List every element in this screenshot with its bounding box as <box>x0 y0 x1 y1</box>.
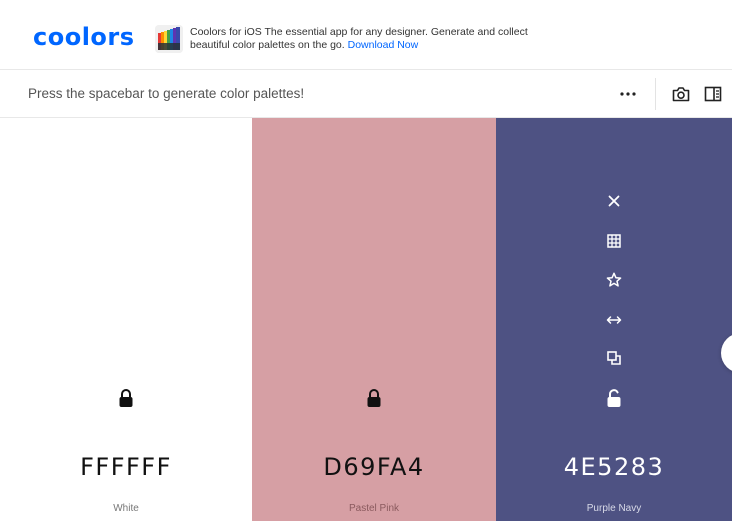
lock-icon[interactable] <box>116 388 136 408</box>
color-swatch-white[interactable]: FFFFFF White <box>0 118 252 521</box>
color-swatch-purple-navy[interactable]: 4E5283 Purple Navy <box>496 118 732 521</box>
download-now-link[interactable]: Download Now <box>348 39 419 51</box>
color-hex[interactable]: FFFFFF <box>0 453 252 481</box>
promo-title: Coolors for iOS <box>190 26 262 38</box>
ios-app-icon[interactable] <box>155 25 183 53</box>
color-hex[interactable]: 4E5283 <box>496 453 732 481</box>
camera-icon[interactable] <box>670 83 692 105</box>
palette: FFFFFF White D69FA4 Pastel Pink 4E5283 P… <box>0 118 732 521</box>
copy-icon[interactable] <box>604 348 624 368</box>
color-name: White <box>113 503 139 514</box>
header: coolors Coolors for iOS The essential ap… <box>0 0 732 70</box>
color-name: Pastel Pink <box>348 503 400 514</box>
more-icon[interactable] <box>617 83 639 105</box>
lock-icon[interactable] <box>364 388 384 408</box>
grid-icon[interactable] <box>604 231 624 251</box>
color-name: Purple Navy <box>586 503 642 514</box>
toolbar-separator <box>655 78 656 110</box>
spacebar-hint: Press the spacebar to generate color pal… <box>28 86 305 101</box>
sidebar-icon[interactable] <box>702 83 724 105</box>
drag-icon[interactable] <box>604 310 624 330</box>
unlock-icon[interactable] <box>604 388 624 408</box>
star-icon[interactable] <box>604 270 624 290</box>
coolors-logo[interactable]: coolors <box>33 22 135 52</box>
color-hex[interactable]: D69FA4 <box>252 453 496 481</box>
ios-promo: Coolors for iOS The essential app for an… <box>190 26 530 52</box>
close-icon[interactable] <box>604 191 624 211</box>
color-swatch-pastel-pink[interactable]: D69FA4 Pastel Pink <box>252 118 496 521</box>
toolbar: Press the spacebar to generate color pal… <box>0 70 732 118</box>
